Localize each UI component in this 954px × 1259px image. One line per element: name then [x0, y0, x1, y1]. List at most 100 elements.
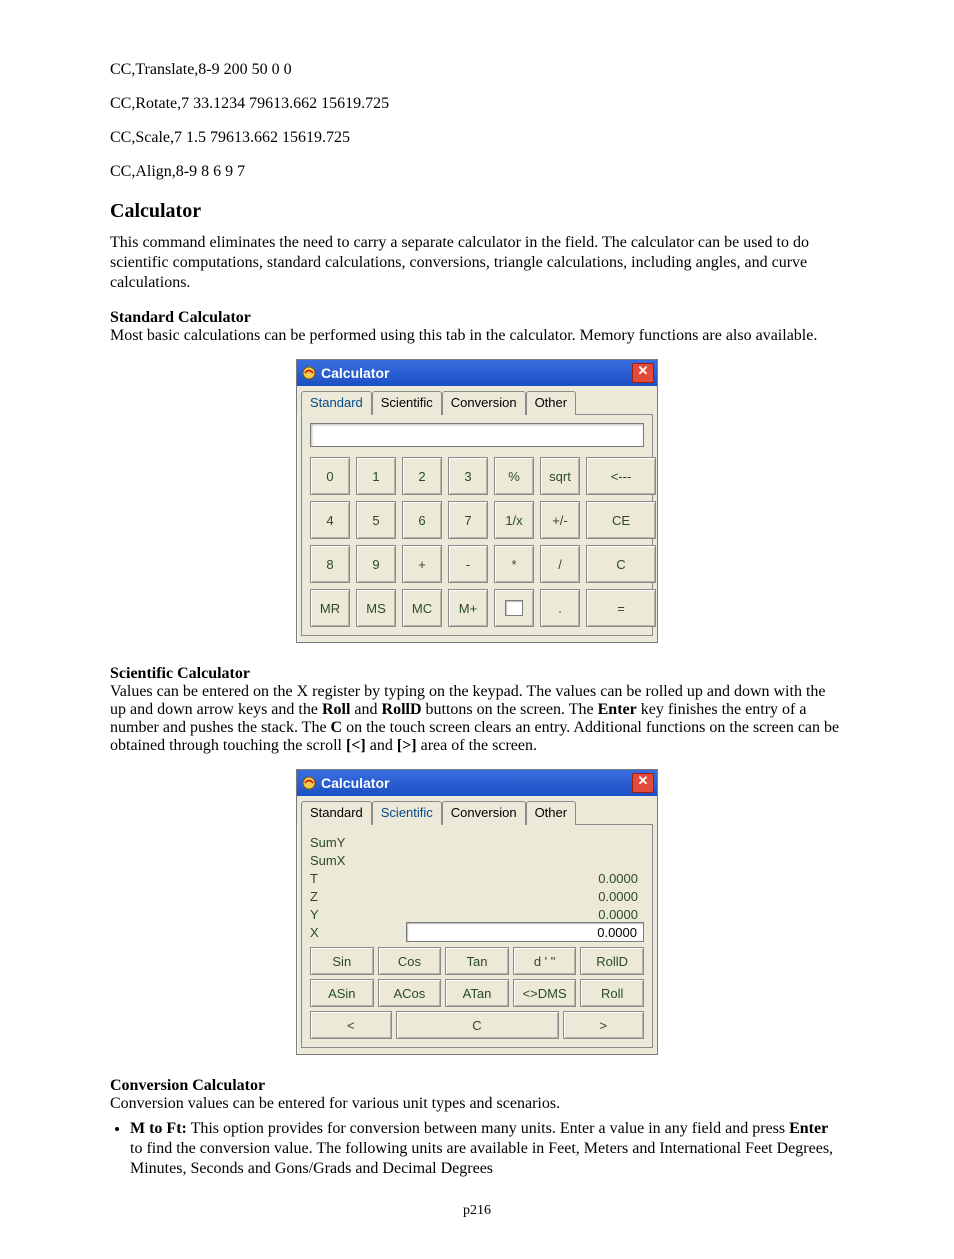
keypad: 0 1 2 3 % sqrt <--- 4 5 6 7 1/x +/- CE 8…	[310, 457, 644, 627]
intro-text: This command eliminates the need to carr…	[110, 233, 844, 293]
tab-standard[interactable]: Standard	[301, 801, 372, 825]
cmd-translate: CC,Translate,8-9 200 50 0 0	[110, 60, 844, 80]
key-swap-dms[interactable]: <>DMS	[513, 979, 577, 1007]
reg-label: X	[310, 925, 366, 940]
std-desc: Most basic calculations can be performed…	[110, 327, 817, 344]
key-sin[interactable]: Sin	[310, 947, 374, 975]
key-cos[interactable]: Cos	[378, 947, 442, 975]
t: buttons on the screen. The	[422, 701, 598, 718]
key-div[interactable]: /	[540, 545, 580, 583]
reg-value: 0.0000	[366, 907, 644, 922]
app-icon	[301, 365, 317, 381]
key-dms[interactable]: d ' "	[513, 947, 577, 975]
key-tan[interactable]: Tan	[445, 947, 509, 975]
tab-other[interactable]: Other	[526, 391, 577, 415]
b: Enter	[598, 701, 637, 718]
key-asin[interactable]: ASin	[310, 979, 374, 1007]
key-5[interactable]: 5	[356, 501, 396, 539]
tab-scientific[interactable]: Scientific	[372, 391, 442, 415]
mem-box-icon	[505, 600, 523, 616]
key-negate[interactable]: +/-	[540, 501, 580, 539]
x-register-input[interactable]: 0.0000	[406, 922, 644, 942]
sci-title: Scientific Calculator	[110, 665, 844, 683]
t: and	[350, 701, 381, 718]
key-scroll-right[interactable]: >	[563, 1011, 645, 1039]
reg-y: Y 0.0000	[310, 905, 644, 923]
key-atan[interactable]: ATan	[445, 979, 509, 1007]
sci-desc: Values can be entered on the X register …	[110, 683, 839, 754]
key-mem-indicator	[494, 589, 534, 627]
window-title: Calculator	[321, 365, 389, 381]
key-equals[interactable]: =	[586, 589, 656, 627]
app-icon	[301, 775, 317, 791]
reg-label: T	[310, 871, 366, 886]
cmd-scale: CC,Scale,7 1.5 79613.662 15619.725	[110, 128, 844, 148]
key-clear[interactable]: C	[396, 1011, 559, 1039]
cmd-align: CC,Align,8-9 8 6 9 7	[110, 162, 844, 182]
conversion-bullets: M to Ft: This option provides for conver…	[130, 1119, 844, 1179]
key-plus[interactable]: +	[402, 545, 442, 583]
key-sqrt[interactable]: sqrt	[540, 457, 580, 495]
t: This option provides for conversion betw…	[187, 1120, 789, 1137]
b: [<]	[346, 737, 366, 754]
reg-label: Z	[310, 889, 366, 904]
reg-label: Y	[310, 907, 366, 922]
page-number: p216	[110, 1203, 844, 1219]
reg-label: SumY	[310, 835, 366, 850]
close-button[interactable]: ✕	[632, 773, 654, 793]
tab-standard[interactable]: Standard	[301, 391, 372, 415]
key-minus[interactable]: -	[448, 545, 488, 583]
scientific-calc-window: Calculator ✕ Standard Scientific Convers…	[296, 769, 658, 1055]
key-3[interactable]: 3	[448, 457, 488, 495]
key-6[interactable]: 6	[402, 501, 442, 539]
b: C	[331, 719, 343, 736]
b: RollD	[382, 701, 422, 718]
std-title: Standard Calculator	[110, 309, 844, 327]
key-rolld[interactable]: RollD	[580, 947, 644, 975]
reg-label: SumX	[310, 853, 366, 868]
reg-value: 0.0000	[366, 871, 644, 886]
key-mr[interactable]: MR	[310, 589, 350, 627]
reg-z: Z 0.0000	[310, 887, 644, 905]
tab-conversion[interactable]: Conversion	[442, 801, 526, 825]
conv-title: Conversion Calculator	[110, 1077, 844, 1095]
b: [>]	[397, 737, 417, 754]
key-mult[interactable]: *	[494, 545, 534, 583]
bullet-m-to-ft: M to Ft: This option provides for conver…	[130, 1119, 844, 1179]
key-4[interactable]: 4	[310, 501, 350, 539]
tab-conversion[interactable]: Conversion	[442, 391, 526, 415]
standard-pane: 0 1 2 3 % sqrt <--- 4 5 6 7 1/x +/- CE 8…	[301, 414, 653, 636]
key-roll[interactable]: Roll	[580, 979, 644, 1007]
key-7[interactable]: 7	[448, 501, 488, 539]
key-percent[interactable]: %	[494, 457, 534, 495]
t: to find the conversion value. The follow…	[130, 1140, 833, 1177]
key-backspace[interactable]: <---	[586, 457, 656, 495]
sci-keypad: Sin Cos Tan d ' " RollD ASin ACos ATan <…	[310, 947, 644, 1007]
key-8[interactable]: 8	[310, 545, 350, 583]
key-9[interactable]: 9	[356, 545, 396, 583]
key-0[interactable]: 0	[310, 457, 350, 495]
key-ce[interactable]: CE	[586, 501, 656, 539]
key-reciprocal[interactable]: 1/x	[494, 501, 534, 539]
key-mplus[interactable]: M+	[448, 589, 488, 627]
key-acos[interactable]: ACos	[378, 979, 442, 1007]
tab-other[interactable]: Other	[526, 801, 577, 825]
bullet-lead: M to Ft:	[130, 1120, 187, 1137]
key-scroll-left[interactable]: <	[310, 1011, 392, 1039]
reg-sumx: SumX	[310, 851, 644, 869]
close-button[interactable]: ✕	[632, 363, 654, 383]
calc-display[interactable]	[310, 423, 644, 447]
key-mc[interactable]: MC	[402, 589, 442, 627]
cmd-rotate: CC,Rotate,7 33.1234 79613.662 15619.725	[110, 94, 844, 114]
t: area of the screen.	[417, 737, 537, 754]
key-ms[interactable]: MS	[356, 589, 396, 627]
key-dot[interactable]: .	[540, 589, 580, 627]
key-clear[interactable]: C	[586, 545, 656, 583]
window-title: Calculator	[321, 775, 389, 791]
tab-scientific[interactable]: Scientific	[372, 801, 442, 825]
key-1[interactable]: 1	[356, 457, 396, 495]
key-2[interactable]: 2	[402, 457, 442, 495]
b: Enter	[789, 1120, 828, 1137]
scientific-pane: SumY SumX T 0.0000 Z 0.0000 Y 0.0000 X	[301, 824, 653, 1048]
titlebar: Calculator ✕	[297, 770, 657, 796]
